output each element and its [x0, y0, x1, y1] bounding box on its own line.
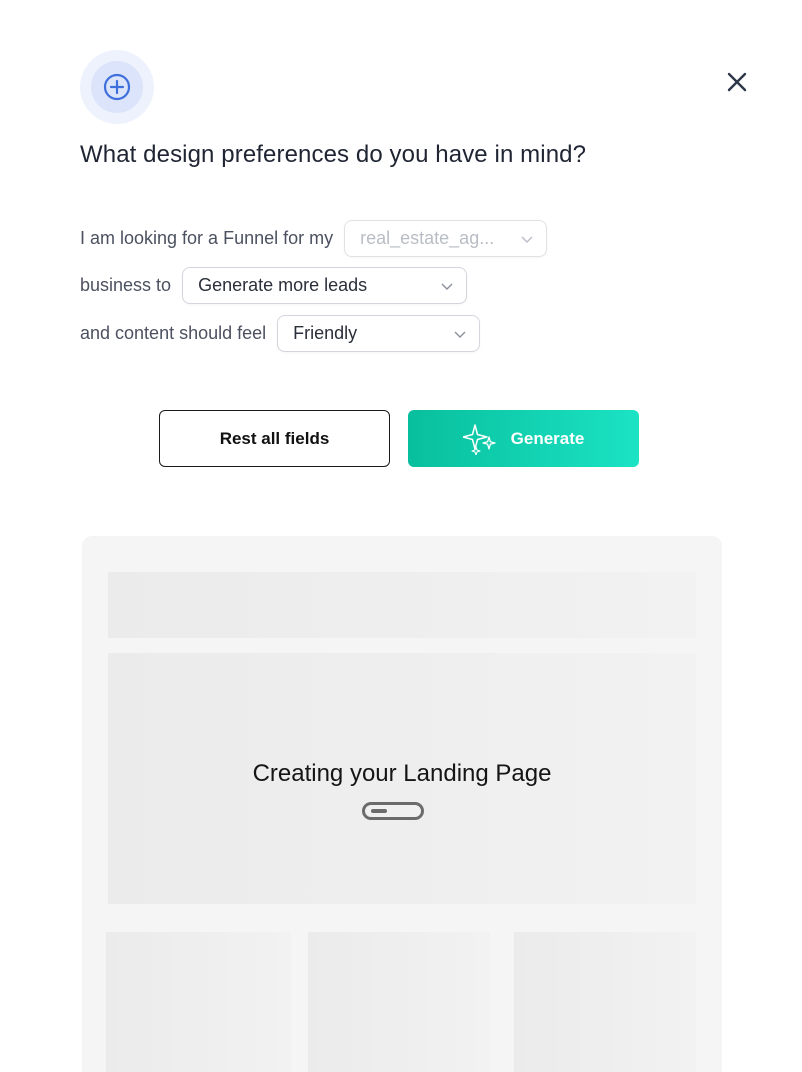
progress-loader: [362, 802, 424, 820]
plus-circle-icon: [103, 73, 131, 101]
goal-value: Generate more leads: [198, 275, 368, 295]
tone-label: and content should feel: [80, 323, 267, 343]
design-preferences-dialog: What design preferences do you have in m…: [0, 0, 802, 1072]
goal-select[interactable]: Generate more leads: [182, 267, 468, 304]
close-button[interactable]: [722, 67, 752, 97]
business-type-select[interactable]: real_estate_ag...: [344, 220, 548, 257]
tone-value: Friendly: [293, 323, 358, 343]
header-badge: [80, 50, 154, 124]
progress-loader-bar: [371, 809, 387, 813]
sparkles-icon: [462, 423, 496, 455]
generate-label: Generate: [510, 428, 585, 448]
skeleton-column-block: [514, 932, 696, 1072]
business-type-value: real_estate_ag...: [360, 228, 495, 248]
chevron-down-icon: [454, 331, 466, 338]
skeleton-column-block: [308, 932, 490, 1072]
header-badge-inner: [91, 61, 143, 113]
goal-row: business to Generate more leads: [80, 267, 468, 304]
landing-page-preview: Creating your Landing Page: [82, 536, 722, 1072]
reset-fields-button[interactable]: Rest all fields: [159, 410, 390, 467]
chevron-down-icon: [441, 283, 453, 290]
skeleton-header-block: [108, 572, 696, 638]
goal-label: business to: [80, 275, 172, 295]
loading-status-text: Creating your Landing Page: [252, 760, 552, 787]
close-icon: [727, 72, 747, 92]
skeleton-column-block: [106, 932, 291, 1072]
tone-select[interactable]: Friendly: [277, 315, 481, 352]
dialog-title: What design preferences do you have in m…: [80, 141, 587, 168]
reset-fields-label: Rest all fields: [219, 428, 330, 448]
chevron-down-icon: [521, 236, 533, 243]
generate-button[interactable]: Generate: [408, 410, 639, 467]
business-type-label: I am looking for a Funnel for my: [80, 228, 334, 248]
business-type-row: I am looking for a Funnel for my real_es…: [80, 220, 548, 257]
tone-row: and content should feel Friendly: [80, 315, 481, 352]
